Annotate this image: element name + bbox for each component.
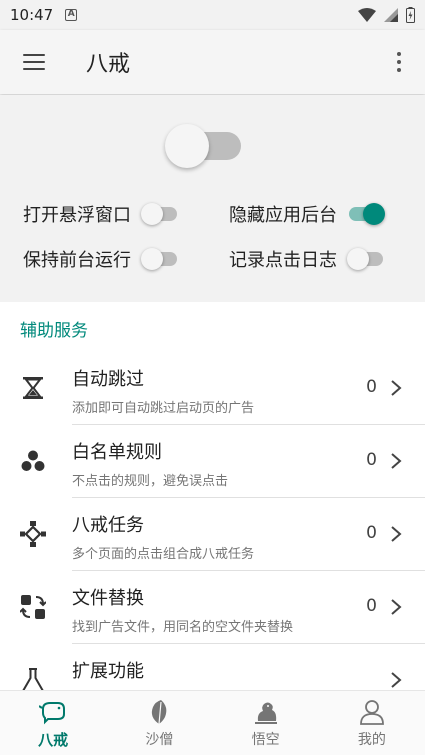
workflow-icon <box>20 521 46 547</box>
service-item-whitelist[interactable]: 白名单规则 不点击的规则，避免误点击 0 <box>0 425 425 498</box>
status-time: 10:47 <box>10 6 54 24</box>
service-desc: 不点击的规则，避免误点击 <box>72 474 229 489</box>
option-hide-from-recents: 隐藏应用后台 <box>229 201 387 227</box>
monkey-icon <box>254 702 277 724</box>
settings-toggles: 打开悬浮窗口 隐藏应用后台 保持前台运行 记录点击日志 <box>0 95 425 300</box>
option-label: 记录点击日志 <box>229 250 337 271</box>
service-item-extensions[interactable]: 扩展功能 <box>0 644 425 690</box>
chevron-right-icon <box>391 453 402 469</box>
option-floating-window: 打开悬浮窗口 <box>23 201 181 227</box>
service-name: 扩展功能 <box>72 661 144 682</box>
chevron-right-icon <box>391 599 402 615</box>
page-title: 八戒 <box>86 52 131 77</box>
file-swap-icon <box>20 595 46 619</box>
bottom-navigation: 八戒 沙僧 悟空 我的 <box>0 690 425 755</box>
service-item-bajie-task[interactable]: 八戒任务 多个页面的点击组合成八戒任务 0 <box>0 498 425 571</box>
nav-tab-label: 沙僧 <box>145 732 174 748</box>
service-desc: 多个页面的点击组合成八戒任务 <box>72 547 255 562</box>
cell-signal-icon <box>384 8 398 22</box>
nav-tab-label: 悟空 <box>251 732 280 748</box>
chevron-right-icon <box>391 526 402 542</box>
service-name: 八戒任务 <box>72 515 144 536</box>
wifi-icon <box>358 8 376 22</box>
hourglass-icon <box>23 377 43 399</box>
option-label: 保持前台运行 <box>23 250 131 271</box>
keep-foreground-switch[interactable] <box>141 247 181 271</box>
more-options-button[interactable] <box>387 42 411 82</box>
nav-tab-shaseng[interactable]: 沙僧 <box>106 691 212 755</box>
flask-icon <box>22 668 44 690</box>
option-label: 打开悬浮窗口 <box>23 205 131 226</box>
main-service-switch[interactable] <box>165 124 245 168</box>
section-title: 辅助服务 <box>20 321 88 341</box>
service-item-file-replace[interactable]: 文件替换 找到广告文件，用同名的空文件夹替换 0 <box>0 571 425 644</box>
chevron-right-icon <box>391 672 402 688</box>
hamburger-icon <box>23 54 45 70</box>
hide-from-recents-switch[interactable] <box>347 202 387 226</box>
nav-tab-label: 我的 <box>357 732 386 748</box>
status-bar: 10:47 A <box>0 0 425 30</box>
three-dots-cluster-icon <box>21 450 45 471</box>
notification-badge-icon: A <box>65 9 78 21</box>
service-name: 自动跳过 <box>72 369 144 390</box>
option-keep-foreground: 保持前台运行 <box>23 246 181 272</box>
accessibility-services-card: 辅助服务 自动跳过 添加即可自动跳过启动页的广告 0 白名单规则 不点击的规则，… <box>0 302 425 690</box>
service-name: 文件替换 <box>72 588 144 609</box>
floating-window-switch[interactable] <box>141 202 181 226</box>
chevron-right-icon <box>391 380 402 396</box>
app-bar: 八戒 <box>0 30 425 94</box>
nav-tab-label: 八戒 <box>38 731 69 749</box>
more-vert-icon <box>397 52 401 56</box>
pig-icon <box>39 702 66 725</box>
service-name: 白名单规则 <box>72 442 162 463</box>
service-count: 0 <box>366 450 377 470</box>
service-count: 0 <box>366 377 377 397</box>
click-log-switch[interactable] <box>347 247 387 271</box>
service-desc: 添加即可自动跳过启动页的广告 <box>72 401 255 416</box>
service-count: 0 <box>366 523 377 543</box>
nav-tab-mine[interactable]: 我的 <box>319 691 425 755</box>
nav-tab-wukong[interactable]: 悟空 <box>213 691 319 755</box>
option-label: 隐藏应用后台 <box>229 205 337 226</box>
person-icon <box>359 700 384 725</box>
battery-icon <box>406 7 415 23</box>
leaf-icon <box>152 700 167 725</box>
option-click-log: 记录点击日志 <box>229 246 387 272</box>
service-item-auto-skip[interactable]: 自动跳过 添加即可自动跳过启动页的广告 0 <box>0 352 425 425</box>
menu-button[interactable] <box>8 36 60 88</box>
service-desc: 找到广告文件，用同名的空文件夹替换 <box>72 620 294 635</box>
nav-tab-bajie[interactable]: 八戒 <box>0 691 106 755</box>
service-count: 0 <box>366 596 377 616</box>
